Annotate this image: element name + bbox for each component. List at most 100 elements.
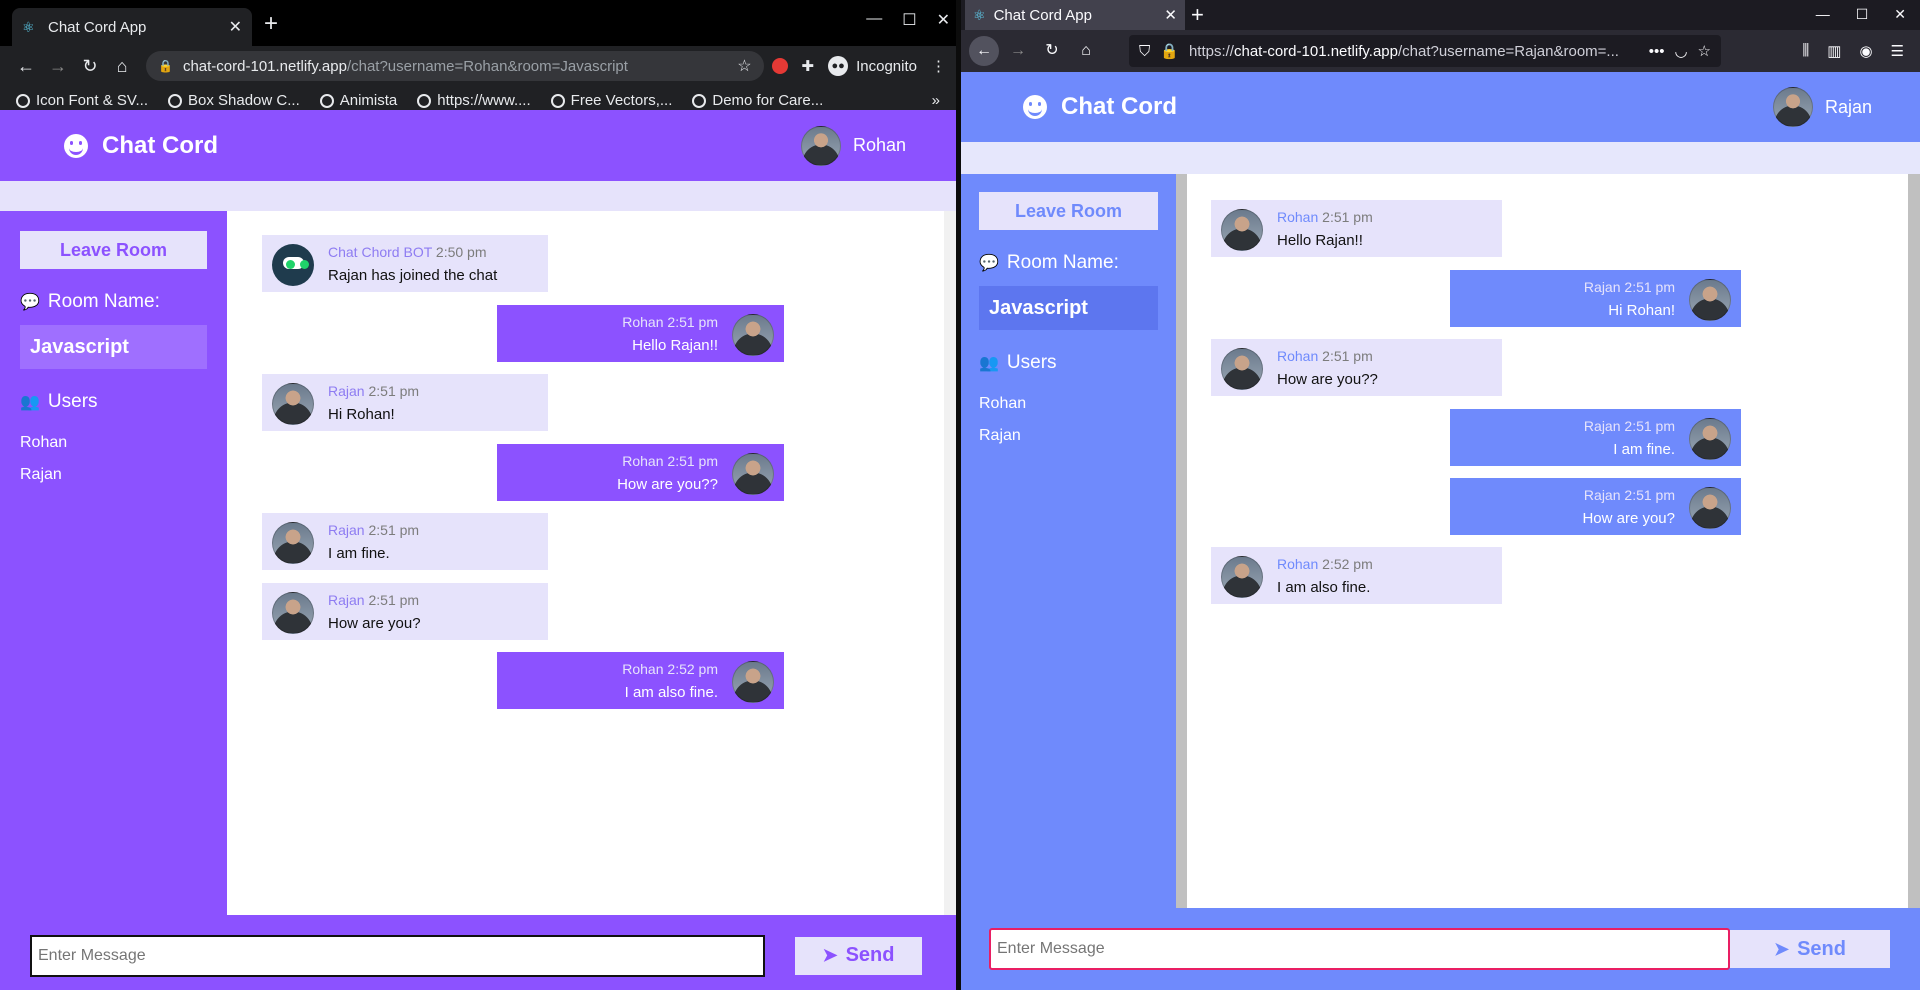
close-tab-icon[interactable]: ✕ [229,17,242,37]
message-input[interactable] [30,934,765,977]
app-header: Chat Cord Rajan [961,72,1920,142]
avatar [1221,348,1263,390]
chrome-tab[interactable]: ⚛ Chat Cord App ✕ [12,8,252,46]
chat-scrollbar[interactable] [944,211,956,915]
chat-scrollbar[interactable] [1908,174,1920,908]
maximize-icon[interactable]: ☐ [1856,6,1869,23]
paper-plane-icon: ➤ [1774,938,1790,959]
firefox-tab[interactable]: ⚛ Chat Cord App ✕ [965,0,1185,30]
home-icon[interactable]: ⌂ [1071,36,1101,66]
send-button[interactable]: ➤ Send [795,936,922,975]
message-author: Rajan [1583,418,1621,434]
bookmark-label: Box Shadow C... [188,92,300,109]
bookmark-star-icon[interactable]: ☆ [737,56,751,76]
bookmark-item[interactable]: Demo for Care... [692,92,823,109]
message-author: Rohan [1277,209,1319,225]
message-time: 2:51 pm [1322,209,1373,225]
library-icon[interactable]: ⫼ [1802,42,1809,60]
message-author: Rohan [622,661,664,677]
room-heading-label: Room Name: [1006,252,1119,273]
message-time: 2:51 pm [667,453,718,469]
reload-icon[interactable]: ↻ [1037,36,1067,66]
bookmark-item[interactable]: Free Vectors,... [550,92,673,109]
globe-icon [417,93,432,108]
maximize-icon[interactable]: ☐ [902,10,916,30]
address-bar[interactable]: 🔒 chat-cord-101.netlify.app /chat?userna… [146,51,764,81]
react-icon: ⚛ [22,19,35,35]
url-text: https://chat-cord-101.netlify.app/chat?u… [1189,43,1639,60]
sidebar-icon[interactable]: ▥ [1827,42,1841,60]
message-time: 2:51 pm [368,383,420,399]
pocket-icon[interactable]: ◡ [1674,42,1687,60]
page-actions-icon[interactable]: ••• [1649,43,1665,60]
users-heading-label: Users [1006,352,1057,373]
avatar [1689,279,1731,321]
close-tab-icon[interactable]: ✕ [1164,6,1177,24]
url-host: chat-cord-101.netlify.app [1233,42,1398,60]
minimize-icon[interactable]: — [1816,6,1830,23]
chat-app: Chat Cord Rajan Leave Room 💬 Room Name: … [961,72,1920,990]
bookmark-item[interactable]: Icon Font & SV... [16,92,148,109]
home-icon[interactable]: ⌂ [106,56,138,77]
forward-icon[interactable]: → [42,56,74,77]
app-header: Chat Cord Rohan [0,110,956,181]
kebab-menu-icon[interactable]: ⋮ [931,57,946,75]
globe-icon [550,93,565,108]
user-list-item: Rajan [20,466,62,483]
avatar [1221,209,1263,251]
room-name: Javascript [20,325,207,369]
close-window-icon[interactable]: ✕ [937,10,950,30]
message-time: 2:52 pm [667,661,718,677]
hamburger-menu-icon[interactable]: ☰ [1891,42,1904,60]
room-heading: 💬 Room Name: [20,291,207,313]
current-user-name: Rajan [1824,96,1872,117]
avatar [1689,418,1731,460]
reload-icon[interactable]: ↻ [74,56,106,77]
message-author: Rohan [1277,556,1319,572]
new-tab-button[interactable]: + [264,10,278,38]
chrome-window: ⚛ Chat Cord App ✕ + — ☐ ✕ ← → ↻ ⌂ 🔒 chat… [0,0,956,990]
brand: Chat Cord [1023,93,1177,121]
new-tab-button[interactable]: + [1191,0,1204,30]
users-icon: 👥 [20,394,40,411]
address-bar[interactable]: ⛉ 🔒 https://chat-cord-101.netlify.app/ch… [1129,35,1721,67]
account-icon[interactable]: ◉ [1859,42,1872,60]
message-time: 2:51 pm [368,522,420,538]
message-text: Hi Rohan! [328,406,395,423]
message-incoming: Rohan 2:51 pm Hello Rajan!! [1211,200,1502,257]
bookmark-label: Animista [339,92,398,109]
bookmark-item[interactable]: https://www.... [417,92,531,109]
incognito-badge[interactable]: ●● Incognito [828,56,917,76]
more-bookmarks-icon[interactable]: » [932,92,940,109]
leave-room-button[interactable]: Leave Room [979,192,1158,230]
send-button[interactable]: ➤ Send [1730,930,1890,968]
bookmark-item[interactable]: Animista [319,92,398,109]
bookmark-star-icon[interactable]: ☆ [1698,42,1711,60]
puzzle-icon[interactable]: ✚ [802,57,815,75]
record-extension-icon[interactable] [771,58,788,74]
url-path: /chat?username=Rohan&room=Javascript [346,57,628,75]
current-user: Rajan [1772,87,1872,127]
avatar [272,592,314,634]
forward-icon[interactable]: → [1003,36,1033,66]
back-icon[interactable]: ← [10,56,42,77]
bookmark-item[interactable]: Box Shadow C... [168,92,300,109]
message-text: How are you?? [1277,371,1378,388]
bookmark-label: Free Vectors,... [570,92,673,109]
app-body: Leave Room 💬 Room Name: Javascript 👥 Use… [961,174,1920,908]
message-input[interactable] [989,928,1730,970]
message-text: How are you?? [617,476,718,493]
minimize-icon[interactable]: — [866,10,882,30]
avatar [732,314,774,356]
leave-room-button[interactable]: Leave Room [20,231,207,269]
comments-icon: 💬 [979,255,999,272]
firefox-tab-strip: ⚛ Chat Cord App ✕ + — ☐ ✕ [961,0,1920,30]
chat-messages[interactable]: Rohan 2:51 pm Hello Rajan!! Rajan 2:51 pm… [1187,174,1920,908]
message-text: Hi Rohan! [1608,302,1675,319]
message-text: I am fine. [1613,441,1675,458]
message-author: Rohan [622,453,664,469]
close-window-icon[interactable]: ✕ [1894,6,1906,23]
chat-messages[interactable]: Chat Chord BOT 2:50 pm Rajan has joined t… [227,211,956,915]
back-icon[interactable]: ← [969,36,999,66]
current-user-name: Rohan [852,135,906,155]
